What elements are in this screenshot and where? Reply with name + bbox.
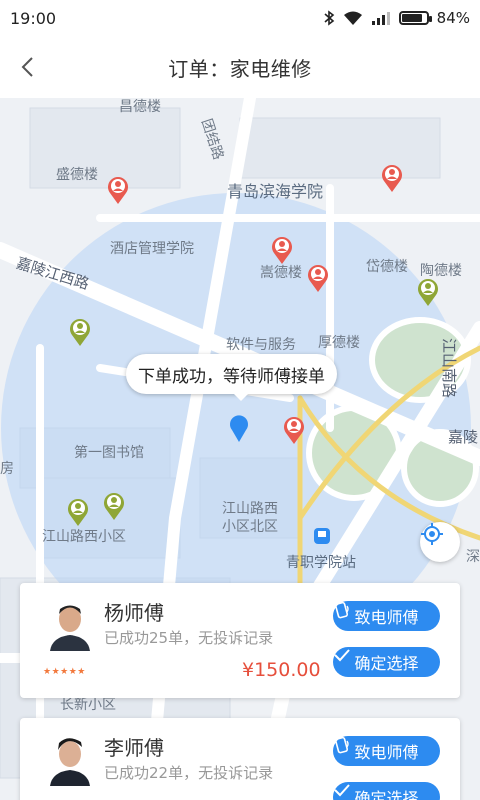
confirm-select-button[interactable]: 确定选择 bbox=[333, 782, 440, 800]
order-status-callout: 下单成功，等待师傅接单 bbox=[126, 354, 337, 401]
technician-card[interactable]: 李师傅 已成功22单，无投诉记录 致电师傅 确定选择 bbox=[20, 718, 460, 800]
technician-record: 已成功22单，无投诉记录 bbox=[104, 764, 274, 782]
map-label: 厚德楼 bbox=[318, 335, 360, 351]
rating-stars: ★★★★★ bbox=[43, 667, 86, 677]
checkmark-icon bbox=[334, 649, 350, 662]
call-technician-button[interactable]: 致电师傅 bbox=[333, 736, 440, 766]
chevron-left-icon bbox=[21, 57, 33, 77]
technician-name: 杨师傅 bbox=[104, 601, 164, 625]
avatar bbox=[44, 599, 96, 651]
technician-card[interactable]: ★★★★★ 杨师傅 已成功25单，无投诉记录 ¥150.00 致电师傅 确定选择 bbox=[20, 583, 460, 698]
map-label: 房 bbox=[0, 461, 14, 477]
phone-icon bbox=[335, 736, 349, 754]
locate-button[interactable] bbox=[420, 522, 460, 562]
checkmark-icon bbox=[334, 784, 350, 797]
avatar bbox=[44, 734, 96, 786]
battery-percent: 84% bbox=[436, 9, 470, 27]
back-button[interactable] bbox=[10, 50, 44, 84]
page-title: 订单：家电维修 bbox=[168, 56, 312, 81]
call-button-label: 致电师傅 bbox=[354, 608, 419, 627]
call-button-label: 致电师傅 bbox=[354, 743, 419, 762]
crosshair-icon bbox=[421, 523, 443, 545]
map-label: 青职学院站 bbox=[286, 555, 356, 571]
map-label: 嘉陵 bbox=[448, 428, 479, 446]
battery-icon bbox=[398, 11, 432, 25]
status-bar: 19:00 84% bbox=[0, 0, 480, 36]
status-icons: 84% bbox=[323, 9, 470, 27]
wifi-icon bbox=[343, 11, 362, 25]
confirm-select-button[interactable]: 确定选择 bbox=[333, 647, 440, 677]
title-bar: 订单：家电维修 bbox=[0, 36, 480, 98]
confirm-button-label: 确定选择 bbox=[354, 789, 419, 800]
quote-price: ¥150.00 bbox=[242, 659, 321, 681]
map-label: 江山路西 小区北区 bbox=[222, 501, 278, 535]
map-label: 青岛滨海学院 bbox=[227, 182, 324, 201]
map-label: 第一图书馆 bbox=[74, 445, 144, 461]
map-label: 昌德楼 bbox=[119, 99, 161, 115]
map-label: 深 bbox=[466, 549, 480, 565]
bus-stop-icon bbox=[314, 528, 330, 544]
technician-name: 李师傅 bbox=[104, 736, 164, 760]
map-label: 盛德楼 bbox=[56, 167, 98, 183]
map-view[interactable]: 昌德楼 团结路 盛德楼 青岛滨海学院 酒店管理学院 嘉陵江西路 嵩德楼 岱德楼 … bbox=[0, 98, 480, 800]
map-label: 酒店管理学院 bbox=[110, 241, 194, 257]
phone-icon bbox=[335, 601, 349, 619]
signal-icon bbox=[371, 11, 390, 25]
call-technician-button[interactable]: 致电师傅 bbox=[333, 601, 440, 631]
map-label: 陶德楼 bbox=[420, 263, 462, 279]
status-time: 19:00 bbox=[10, 8, 57, 28]
map-label: 软件与服务 bbox=[226, 337, 296, 353]
map-label: 嵩德楼 bbox=[260, 265, 302, 281]
technician-record: 已成功25单，无投诉记录 bbox=[104, 629, 274, 647]
bluetooth-icon bbox=[324, 10, 334, 26]
map-label: 江山南路 bbox=[440, 338, 458, 399]
map-label: 岱德楼 bbox=[366, 259, 408, 275]
callout-text: 下单成功，等待师傅接单 bbox=[138, 366, 325, 387]
map-label: 江山路西小区 bbox=[42, 529, 126, 545]
confirm-button-label: 确定选择 bbox=[354, 654, 419, 673]
